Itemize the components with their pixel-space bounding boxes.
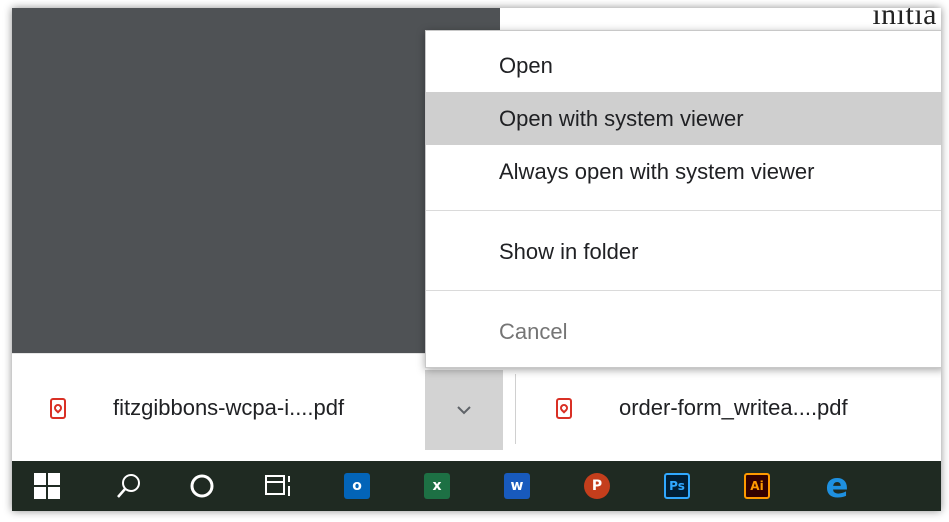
browser-window: initia r s fitzgibbons-wcpa-i....pdf ord… bbox=[12, 8, 941, 511]
menu-divider bbox=[426, 210, 941, 211]
download-item-order-form[interactable]: order-form_writea....pdf bbox=[556, 354, 848, 462]
download-filename: order-form_writea....pdf bbox=[619, 395, 848, 420]
edge-taskbar-button[interactable]: e bbox=[812, 461, 862, 511]
word-taskbar-button[interactable]: w bbox=[492, 461, 542, 511]
menu-item-always-open-with-system-viewer[interactable]: Always open with system viewer bbox=[426, 145, 941, 198]
start-button[interactable] bbox=[22, 461, 72, 511]
search-icon bbox=[117, 474, 140, 498]
photoshop-taskbar-button[interactable]: Ps bbox=[652, 461, 702, 511]
menu-item-cancel[interactable]: Cancel bbox=[426, 305, 941, 358]
powerpoint-taskbar-button[interactable]: P bbox=[572, 461, 622, 511]
menu-item-open-with-system-viewer[interactable]: Open with system viewer bbox=[426, 92, 941, 145]
powerpoint-icon: P bbox=[584, 473, 610, 499]
edge-icon: e bbox=[825, 466, 849, 506]
task-view-button[interactable] bbox=[254, 461, 304, 511]
illustrator-taskbar-button[interactable]: Ai bbox=[732, 461, 782, 511]
pdf-icon bbox=[50, 397, 66, 419]
taskbar-search-button[interactable] bbox=[104, 461, 154, 511]
excel-taskbar-button[interactable]: x bbox=[412, 461, 462, 511]
cortana-icon bbox=[190, 474, 214, 498]
outlook-taskbar-button[interactable]: o bbox=[332, 461, 382, 511]
pdf-icon bbox=[556, 397, 572, 419]
windows-taskbar: o x w P Ps Ai e bbox=[12, 461, 941, 511]
download-filename: fitzgibbons-wcpa-i....pdf bbox=[113, 395, 345, 420]
illustrator-icon: Ai bbox=[744, 473, 770, 499]
menu-divider bbox=[426, 290, 941, 291]
word-icon: w bbox=[504, 473, 530, 499]
excel-icon: x bbox=[424, 473, 450, 499]
download-context-menu: Open Open with system viewer Always open… bbox=[425, 30, 941, 368]
chevron-down-icon bbox=[457, 406, 471, 415]
cortana-button[interactable] bbox=[177, 461, 227, 511]
download-shelf: fitzgibbons-wcpa-i....pdf order-form_wri… bbox=[12, 353, 941, 462]
shelf-divider bbox=[515, 374, 516, 444]
outlook-icon: o bbox=[344, 473, 370, 499]
windows-start-icon bbox=[34, 473, 60, 499]
document-heading-fragment: initia bbox=[872, 8, 937, 31]
photoshop-icon: Ps bbox=[664, 473, 690, 499]
download-item-fitzgibbons[interactable]: fitzgibbons-wcpa-i....pdf bbox=[50, 354, 344, 462]
menu-item-show-in-folder[interactable]: Show in folder bbox=[426, 225, 941, 278]
menu-item-open[interactable]: Open bbox=[426, 39, 941, 92]
download-options-button[interactable] bbox=[425, 370, 503, 450]
task-view-icon bbox=[265, 475, 290, 496]
